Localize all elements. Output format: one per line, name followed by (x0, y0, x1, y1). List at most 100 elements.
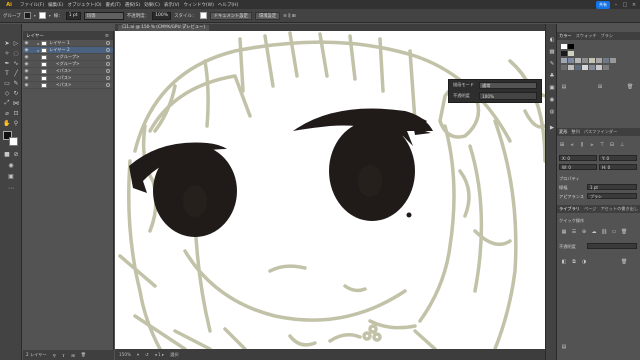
tab-color[interactable]: カラー (559, 33, 572, 39)
target-icon[interactable] (106, 48, 110, 52)
align-icon[interactable]: ≡ ⫼ ⊞ (283, 13, 295, 19)
layer-row[interactable]: ◉ <パス> (23, 75, 113, 82)
search-icon[interactable]: ⚲ (53, 353, 56, 358)
swatch[interactable] (596, 58, 602, 63)
layer-icon[interactable]: ◧ (561, 259, 567, 265)
export-icon[interactable]: ⇪ (62, 353, 66, 358)
graphic-style-swatch[interactable] (199, 12, 207, 19)
eyedropper-tool-icon[interactable]: ⌀ (3, 109, 11, 117)
hand-tool-icon[interactable]: ✋ (3, 119, 11, 127)
color-mode-icon[interactable]: ■ (3, 150, 11, 158)
transparency-panel-icon[interactable]: ◍ (548, 108, 556, 116)
tab-transform[interactable]: 変形 (559, 129, 567, 135)
swatch[interactable] (575, 65, 581, 70)
tab-brushes[interactable]: ブラシ (601, 33, 613, 39)
rotate-tool-icon[interactable]: ↻ (12, 89, 20, 97)
align-top-icon[interactable]: ⊤ (599, 142, 605, 148)
swatch[interactable] (568, 65, 574, 70)
target-icon[interactable] (106, 69, 110, 73)
pen-tool-icon[interactable]: ✒ (3, 59, 11, 67)
align-bottom-icon[interactable]: ⊥ (619, 142, 625, 148)
artboard-nav-icon[interactable]: ◂ 1 ▸ (155, 352, 165, 357)
transform-h-field[interactable]: H: 0 (599, 164, 637, 170)
eye-icon[interactable]: ◉ (23, 69, 30, 74)
share-button[interactable]: 共有 (596, 0, 610, 9)
eye-icon[interactable]: ◉ (23, 55, 30, 60)
swatch[interactable] (561, 44, 567, 49)
opacity-field[interactable] (587, 243, 637, 249)
curvature-tool-icon[interactable]: ∿ (12, 59, 20, 67)
target-icon[interactable] (106, 76, 110, 80)
swatch[interactable] (603, 65, 609, 70)
menu-effect[interactable]: 効果(C) (142, 2, 162, 8)
swatch[interactable] (568, 58, 574, 63)
zoom-tool-icon[interactable]: ⚲ (12, 119, 20, 127)
tab-asset-export[interactable]: アセットの書き出し (600, 206, 638, 212)
menu-type[interactable]: 書式(T) (104, 2, 123, 8)
scale-tool-icon[interactable]: ⤢ (3, 99, 11, 107)
selection-tool-icon[interactable]: ➤ (3, 39, 11, 47)
rotate-view-icon[interactable]: ↺ (145, 352, 149, 357)
transform-y-field[interactable]: Y: 0 (599, 155, 637, 161)
artboards-panel-icon[interactable]: ▤ (561, 344, 567, 350)
new-layer-icon[interactable]: ⊞ (71, 353, 75, 358)
type-tool-icon[interactable]: T (3, 69, 11, 77)
swatch[interactable] (575, 58, 581, 63)
stroke-width-field[interactable]: 1 pt (65, 11, 81, 20)
swatch-library-icon[interactable]: ▤ (561, 84, 567, 90)
trash-icon[interactable]: 🗑 (621, 259, 627, 265)
layer-row[interactable]: ◉ ▸ レイヤー 1 (23, 40, 113, 47)
swatches-panel-icon[interactable]: ▦ (548, 48, 556, 56)
magic-wand-icon[interactable]: ✧ (3, 49, 11, 57)
list-view-icon[interactable]: ☰ (571, 229, 577, 235)
paintbrush-tool-icon[interactable]: ✎ (12, 79, 20, 87)
opacity-field[interactable]: 100% (152, 11, 172, 20)
trash-icon[interactable]: 🗑 (81, 352, 86, 358)
menu-view[interactable]: 表示(V) (162, 2, 182, 8)
close-tab-icon[interactable]: × (182, 25, 186, 30)
width-tool-icon[interactable]: ⋈ (12, 99, 20, 107)
swatch[interactable] (561, 65, 567, 70)
panel-menu-icon[interactable]: ≡ (105, 33, 113, 39)
chevron-down-icon[interactable]: ▾ (137, 352, 139, 357)
appearance-field[interactable]: ブラシ (587, 193, 637, 199)
tab-pages[interactable]: ページ (584, 206, 596, 212)
chevron-down-icon[interactable]: ▾ (49, 13, 51, 18)
swatch[interactable] (596, 65, 602, 70)
swatch[interactable] (561, 51, 567, 56)
eye-icon[interactable]: ◉ (23, 83, 30, 88)
tab-libraries[interactable]: ライブラリ (559, 206, 580, 212)
eraser-tool-icon[interactable]: ◇ (3, 89, 11, 97)
rectangle-tool-icon[interactable]: ▭ (3, 79, 11, 87)
more-tools-icon[interactable]: ⋯ (7, 184, 15, 192)
reference-point-icon[interactable]: ⊞ (559, 142, 565, 148)
zoom-level[interactable]: 150% (119, 352, 131, 357)
minimize-icon[interactable]: – (613, 2, 619, 8)
transform-w-field[interactable]: W: 0 (559, 164, 597, 170)
link-icon[interactable]: ⛓ (601, 229, 607, 235)
eye-icon[interactable]: ◉ (23, 62, 30, 67)
menu-edit[interactable]: 編集(E) (46, 2, 65, 8)
duplicate-icon[interactable]: ⧉ (571, 259, 577, 265)
swatch[interactable] (561, 58, 567, 63)
swatch[interactable] (610, 58, 616, 63)
eye-icon[interactable]: ◉ (23, 48, 30, 53)
stroke-swatch[interactable] (38, 12, 46, 19)
brushes-panel-icon[interactable]: ✎ (548, 60, 556, 68)
stroke-weight-field[interactable]: 1 pt (587, 184, 637, 190)
tab-align[interactable]: 整列 (571, 129, 579, 135)
variable-width-profile[interactable]: 均等 (83, 11, 124, 20)
swatch[interactable] (589, 58, 595, 63)
align-right-icon[interactable]: ⫸ (589, 142, 595, 148)
artboard-tool-icon[interactable]: ⊡ (12, 109, 20, 117)
direct-selection-tool-icon[interactable]: ▷ (12, 39, 20, 47)
eye-icon[interactable]: ◉ (23, 41, 30, 46)
transform-x-field[interactable]: X: 0 (559, 155, 597, 161)
folder-icon[interactable]: ▭ (611, 229, 617, 235)
menu-help[interactable]: ヘルプ(H) (216, 2, 240, 8)
stroke-color-box[interactable] (9, 137, 18, 146)
layer-row[interactable]: ◉ <パス> (23, 82, 113, 89)
fill-swatch[interactable] (23, 12, 31, 19)
tab-pathfinder[interactable]: パスファインダー (584, 129, 618, 135)
layer-row[interactable]: ◉ <パス> (23, 68, 113, 75)
